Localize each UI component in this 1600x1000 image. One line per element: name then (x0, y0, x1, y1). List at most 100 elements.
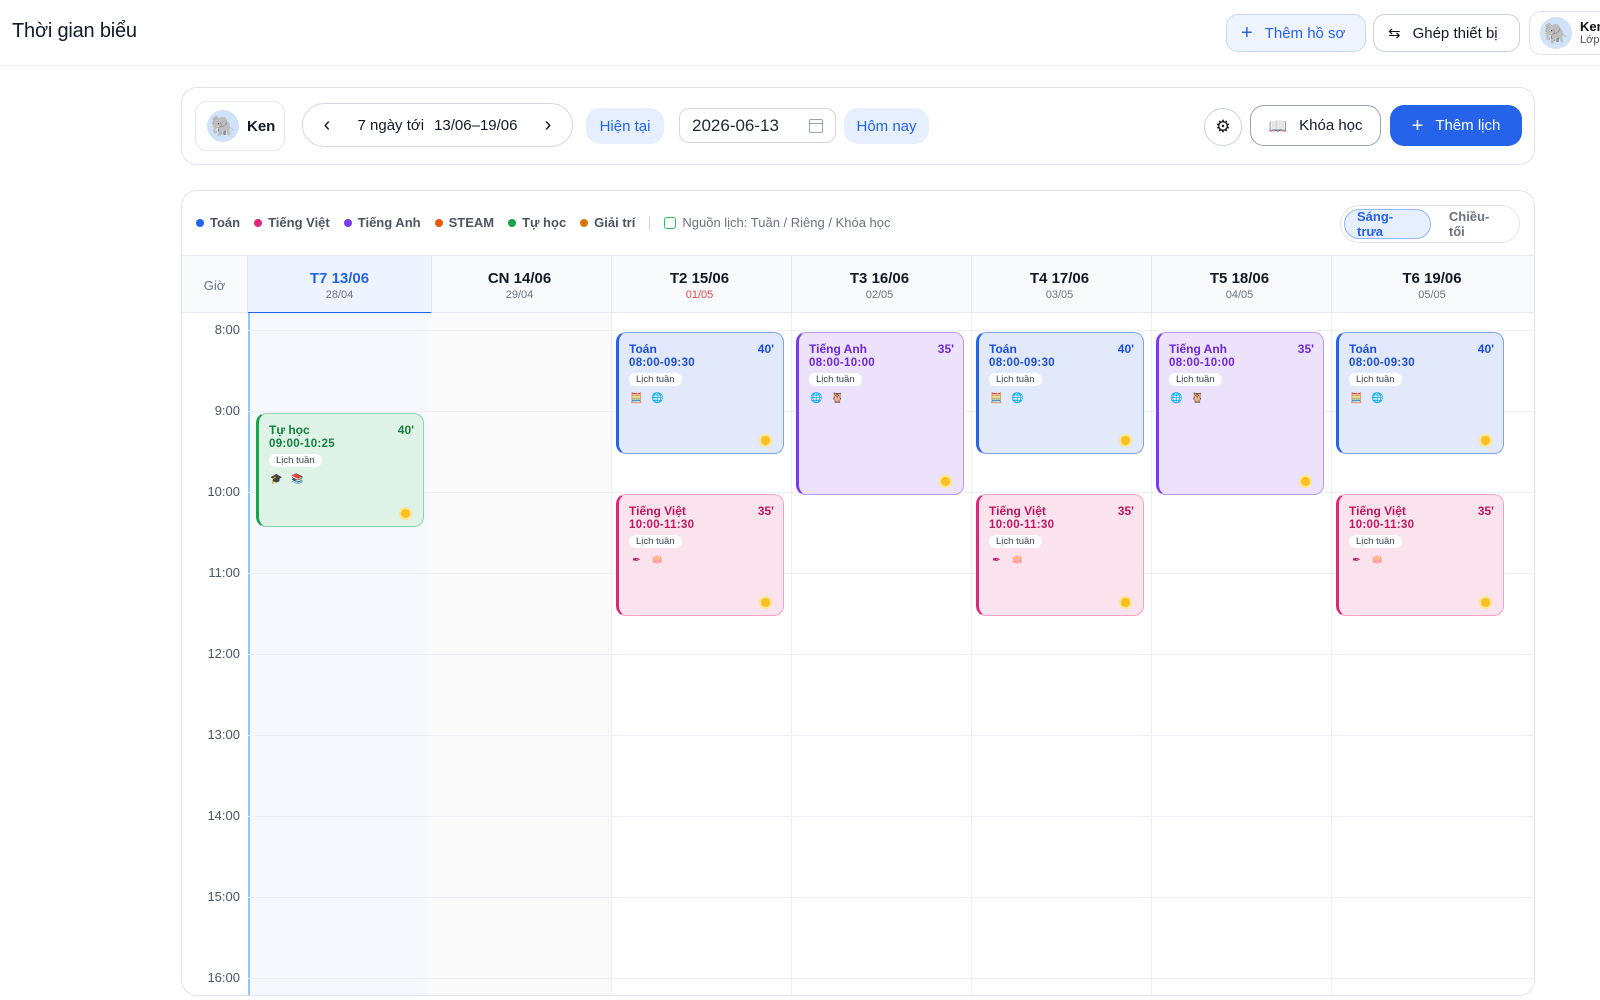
event-card-self-study[interactable]: Tự học 40' 09:00-10:25 Lịch tuần 🎓 📚 (256, 413, 424, 527)
top-bar: Thời gian biểu + Thêm hồ sơ ⇆ Ghép thiết… (0, 0, 1600, 66)
elephant-avatar-icon: 🐘 (1540, 17, 1572, 49)
hour-line (248, 735, 1534, 736)
add-schedule-button[interactable]: + Thêm lịch (1390, 105, 1522, 146)
day-name: T3 16/06 (849, 270, 910, 287)
event-time: 09:00-10:25 (269, 438, 335, 450)
wreath-icon: 🌐 (810, 393, 823, 404)
legend-dot (580, 218, 589, 227)
legend-divider (649, 215, 651, 230)
date-input[interactable]: 2026-06-13 (679, 108, 836, 143)
day-header-wed[interactable]: T4 17/06 03/05 (968, 256, 1152, 314)
legend-item: STEAM (434, 215, 495, 230)
event-title: Tiếng Anh (1169, 342, 1227, 356)
event-card-vietnamese[interactable]: Tiếng Việt 35' 10:00-11:30 Lịch tuần ✒ 🪷 (616, 494, 784, 616)
kid-selector[interactable]: 🐘 Ken (195, 101, 285, 151)
status-dot (761, 598, 770, 607)
hour-label: 11:00 (208, 565, 240, 580)
pair-device-label: Ghép thiết bị (1412, 24, 1498, 42)
event-card-english[interactable]: Tiếng Anh 35' 08:00-10:00 Lịch tuần 🌐 🦉 (796, 332, 964, 495)
subject-legend: Toán Tiếng Việt Tiếng Anh STEAM Tự học G… (196, 215, 891, 230)
event-source-tag: Lịch tuần (269, 454, 322, 467)
user-name: Ken (1580, 19, 1600, 34)
lunar-date: 04/05 (1225, 289, 1254, 301)
event-source-tag: Lịch tuần (1349, 535, 1402, 548)
lotus-icon: 🪷 (1011, 555, 1024, 566)
add-profile-label: Thêm hồ sơ (1264, 24, 1346, 42)
chevron-right-icon[interactable]: › (540, 114, 556, 137)
day-name: T6 19/06 (1402, 270, 1462, 287)
legend-label: Toán (210, 215, 241, 230)
legend-item: Tiếng Anh (343, 215, 421, 230)
legend-dot (508, 218, 517, 227)
event-time: 10:00-11:30 (989, 519, 1055, 531)
globe-icon: 🌐 (1011, 393, 1024, 404)
abacus-icon: 🧮 (630, 393, 643, 404)
event-card-english[interactable]: Tiếng Anh 35' 08:00-10:00 Lịch tuần 🌐 🦉 (1156, 332, 1324, 495)
day-header-tue[interactable]: T3 16/06 02/05 (788, 256, 972, 314)
page-title: Thời gian biểu (12, 20, 137, 42)
lunar-date: 03/05 (1045, 289, 1074, 301)
today-button[interactable]: Hôm nay (844, 108, 929, 144)
plus-icon: + (1411, 114, 1424, 137)
day-header-fri[interactable]: T6 19/06 05/05 (1328, 256, 1534, 314)
event-source-tag: Lịch tuần (629, 535, 682, 548)
courses-label: Khóa học (1299, 117, 1363, 134)
date-value: 2026-06-13 (692, 115, 779, 135)
event-card-vietnamese[interactable]: Tiếng Việt 35' 10:00-11:30 Lịch tuần ✒ 🪷 (1336, 494, 1504, 616)
lunar-date: 28/04 (325, 289, 354, 301)
add-profile-button[interactable]: + Thêm hồ sơ (1226, 14, 1366, 52)
event-duration: 40' (757, 342, 774, 356)
evening-toggle[interactable]: Chiều-tối (1437, 209, 1516, 239)
pen-icon: ✒ (632, 555, 641, 566)
user-switcher[interactable]: 🐘 Ken Lớp (1529, 11, 1600, 55)
hour-label: 13:00 (207, 727, 240, 742)
source-box-icon (664, 216, 677, 229)
event-title: Toán (1349, 342, 1377, 356)
hour-line (248, 897, 1534, 898)
event-card-math[interactable]: Toán 40' 08:00-09:30 Lịch tuần 🧮 🌐 (1336, 332, 1504, 454)
legend-label: Giải trí (594, 215, 636, 230)
event-time: 08:00-09:30 (629, 357, 695, 369)
chevron-left-icon[interactable]: ‹ (319, 114, 335, 137)
event-card-vietnamese[interactable]: Tiếng Việt 35' 10:00-11:30 Lịch tuần ✒ 🪷 (976, 494, 1144, 616)
event-duration: 35' (937, 342, 954, 356)
day-header-thu[interactable]: T5 18/06 04/05 (1148, 256, 1332, 314)
layers-icon: 📚 (291, 474, 304, 485)
pen-icon: ✒ (992, 555, 1001, 566)
status-dot (1301, 477, 1310, 486)
event-title: Toán (629, 342, 657, 356)
source-label: Nguồn lịch: Tuần / Riêng / Khóa học (682, 215, 891, 230)
legend-item: Tự học (508, 215, 566, 230)
hour-label: 15:00 (207, 889, 240, 904)
current-button[interactable]: Hiện tại (586, 108, 664, 144)
day-header-mon[interactable]: T2 15/06 01/05 (608, 256, 792, 314)
day-header-sun[interactable]: CN 14/06 29/04 (428, 256, 612, 314)
event-card-math[interactable]: Toán 40' 08:00-09:30 Lịch tuần 🧮 🌐 (976, 332, 1144, 454)
day-header-row: Giờ T7 13/06 28/04 CN 14/06 29/04 T2 15/06… (182, 255, 1534, 314)
event-card-math[interactable]: Toán 40' 08:00-09:30 Lịch tuần 🧮 🌐 (616, 332, 784, 454)
settings-button[interactable]: ⚙ (1204, 108, 1242, 146)
event-source-tag: Lịch tuần (809, 373, 862, 386)
event-duration: 35' (1297, 342, 1314, 356)
kid-name: Ken (247, 117, 276, 135)
day-name: T2 15/06 (669, 270, 730, 287)
legend-dot (196, 218, 204, 227)
hour-label: 16:00 (207, 970, 240, 985)
event-title: Tiếng Việt (629, 504, 686, 518)
status-dot (1481, 436, 1490, 445)
morning-toggle[interactable]: Sáng-trưa (1344, 209, 1431, 239)
globe-icon: 🌐 (1371, 393, 1384, 404)
abacus-icon: 🧮 (990, 393, 1003, 404)
event-duration: 35' (1117, 504, 1134, 518)
day-name: T7 13/06 (309, 270, 370, 287)
legend-label: STEAM (448, 215, 495, 230)
day-name: T4 17/06 (1029, 270, 1090, 287)
event-source-tag: Lịch tuần (629, 373, 682, 386)
courses-button[interactable]: 📖 Khóa học (1250, 105, 1381, 146)
event-title: Tiếng Việt (1349, 504, 1406, 518)
day-header-sat[interactable]: T7 13/06 28/04 (248, 256, 432, 314)
event-time: 08:00-10:00 (1169, 357, 1235, 369)
event-title: Toán (989, 342, 1017, 356)
pair-device-button[interactable]: ⇆ Ghép thiết bị (1373, 14, 1520, 52)
event-source-tag: Lịch tuần (989, 535, 1042, 548)
